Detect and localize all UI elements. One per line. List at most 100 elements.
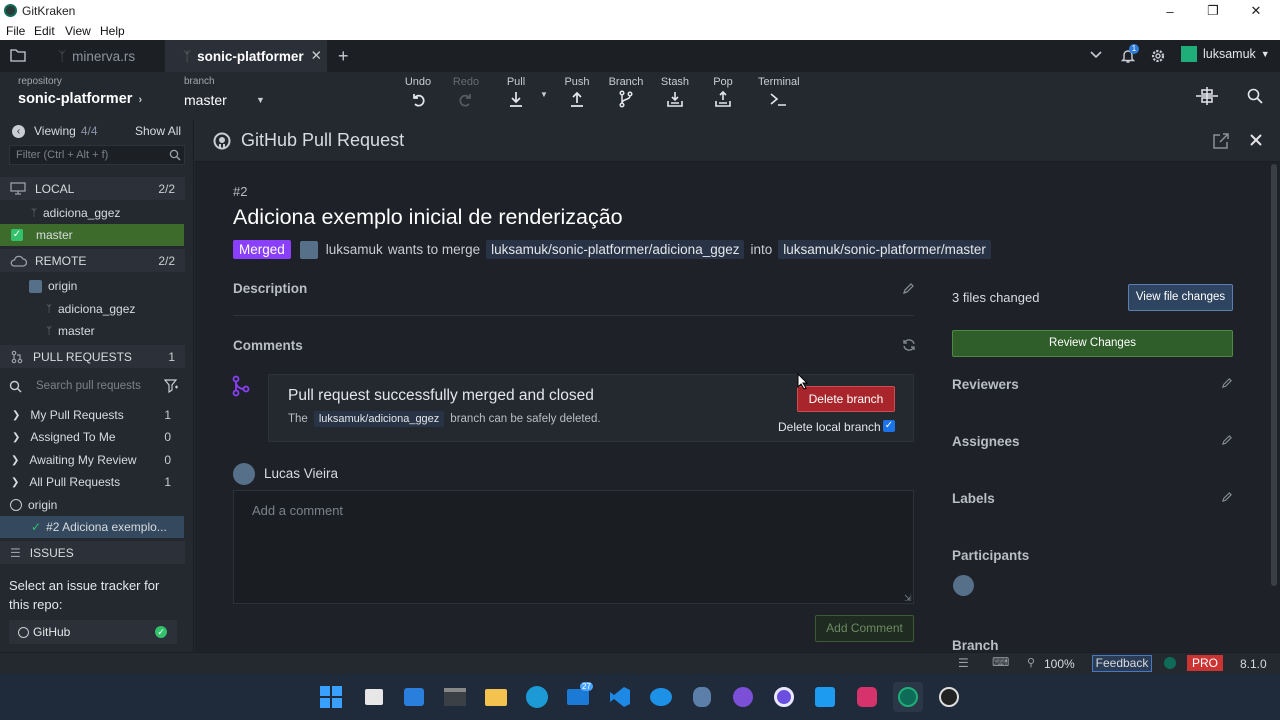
pr-item-2[interactable]: ✓ #2 Adiciona exemplo... <box>0 516 184 538</box>
zoom-icon: ⚲ <box>1027 657 1036 669</box>
layout-toggle-icon[interactable] <box>1195 86 1219 106</box>
pr-group-awaiting-my-review[interactable]: ❯ Awaiting My Review 0 <box>0 449 185 471</box>
feedback-button[interactable]: Feedback <box>1092 655 1152 672</box>
pop-button[interactable]: Pop <box>703 76 743 108</box>
viewing-row: ‹ Viewing 4/4 Show All <box>0 120 185 142</box>
widgets-icon[interactable] <box>399 682 429 712</box>
pull-button[interactable]: Pull <box>496 76 536 108</box>
edge-browser-icon[interactable] <box>522 682 552 712</box>
menu-help[interactable]: Help <box>100 24 125 38</box>
pr-origin-group[interactable]: origin <box>0 494 185 516</box>
tab-minerva[interactable]: ᛉ minerva.rs <box>40 40 165 72</box>
open-external-icon <box>1213 133 1229 149</box>
undo-button[interactable]: Undo <box>398 76 438 108</box>
filter-input[interactable]: Filter (Ctrl + Alt + f) <box>9 145 185 165</box>
remote-branch-master[interactable]: ᛉ master <box>0 320 185 342</box>
github-icon <box>10 499 22 511</box>
merged-notice-card: Pull request successfully merged and clo… <box>268 374 914 442</box>
gitkraken-taskbar-icon[interactable] <box>893 682 923 712</box>
gear-icon[interactable] <box>1150 48 1166 64</box>
notifications-bell-icon[interactable]: 1 <box>1120 44 1139 64</box>
search-icon[interactable] <box>1247 88 1263 104</box>
pro-badge: PRO <box>1187 655 1224 671</box>
participants-heading: Participants <box>952 548 1030 563</box>
comment-textarea[interactable]: Add a comment ⇲ <box>233 490 914 604</box>
pr-group-label: All Pull Requests <box>29 475 121 489</box>
branch-icon <box>619 90 633 108</box>
local-count: 2/2 <box>158 181 175 196</box>
review-changes-button[interactable]: Review Changes <box>952 330 1233 357</box>
add-comment-button[interactable]: Add Comment <box>815 615 914 642</box>
terminal-app-icon[interactable] <box>440 682 470 712</box>
panel-title: GitHub Pull Request <box>241 130 405 150</box>
file-explorer-icon[interactable] <box>481 682 511 712</box>
local-branch-adiciona-ggez[interactable]: ᛉ adiciona_ggez <box>0 202 185 224</box>
pr-group-my-pull-requests[interactable]: ❯ My Pull Requests 1 <box>0 404 185 426</box>
chevron-down-icon[interactable] <box>1089 49 1103 61</box>
folder-icon[interactable] <box>10 48 26 62</box>
push-button[interactable]: Push <box>557 76 597 108</box>
caret-down-icon: ▼ <box>256 95 265 105</box>
pull-requests-section-header[interactable]: PULL REQUESTS 1 <box>0 345 185 368</box>
menu-view[interactable]: View <box>65 24 91 38</box>
restore-button[interactable]: ❐ <box>1193 1 1233 21</box>
windows-start-icon[interactable] <box>316 682 346 712</box>
show-all-button[interactable]: Show All <box>135 124 181 138</box>
delete-local-branch-checkbox[interactable]: ✓ <box>883 420 895 432</box>
repository-selector[interactable]: sonic-platformer › <box>18 91 142 107</box>
local-section-header[interactable]: LOCAL 2/2 <box>0 177 185 200</box>
browser-icon[interactable] <box>769 682 799 712</box>
mail-icon[interactable]: 27 <box>563 682 593 712</box>
menu-edit[interactable]: Edit <box>34 24 55 38</box>
toolbar: repository sonic-platformer › branch mas… <box>0 72 1280 120</box>
remote-section-header[interactable]: REMOTE 2/2 <box>0 249 185 272</box>
remote-origin[interactable]: origin <box>0 275 185 297</box>
view-file-changes-button[interactable]: View file changes <box>1128 284 1233 311</box>
back-arrow-icon[interactable]: ‹ <box>12 124 25 138</box>
comment-placeholder: Add a comment <box>252 503 344 518</box>
postgres-icon[interactable] <box>687 682 717 712</box>
tab-sonic-platformer[interactable]: ᛉ sonic-platformer ✕ <box>165 40 327 72</box>
terminal-button[interactable]: Terminal <box>758 76 800 108</box>
github-tracker-option[interactable]: GitHub ✓ <box>9 620 177 644</box>
pr-group-all-pull-requests[interactable]: ❯ All Pull Requests 1 <box>0 471 185 493</box>
os-title-bar: GitKraken – ❐ ✕ <box>0 0 1280 22</box>
minimize-button[interactable]: – <box>1150 1 1190 21</box>
delete-branch-button[interactable]: Delete branch <box>797 386 895 412</box>
pull-options-caret-icon[interactable]: ▼ <box>540 90 548 99</box>
mail-badge: 27 <box>580 682 593 691</box>
remote-branch-adiciona-ggez[interactable]: ᛉ adiciona_ggez <box>0 298 185 320</box>
source-branch-pill: luksamuk/sonic-platformer/adiciona_ggez <box>486 240 745 259</box>
resize-handle-icon[interactable]: ⇲ <box>904 593 912 604</box>
instagram-icon[interactable] <box>852 682 882 712</box>
new-tab-button[interactable]: + <box>338 46 349 67</box>
redo-button[interactable]: Redo <box>446 76 486 108</box>
docker-icon[interactable] <box>646 682 676 712</box>
account-menu[interactable]: luksamuk ▼ <box>1181 46 1270 62</box>
issues-section-header[interactable]: ☰ ISSUES <box>0 541 185 564</box>
obs-icon[interactable] <box>934 682 964 712</box>
task-view-icon[interactable] <box>359 682 389 712</box>
vscode-icon[interactable] <box>605 682 635 712</box>
branch-selector[interactable]: master ▼ <box>184 92 269 108</box>
push-label: Push <box>564 76 590 88</box>
pr-author: luksamuk <box>325 242 383 257</box>
github-desktop-icon[interactable] <box>728 682 758 712</box>
repository-label: repository <box>18 76 62 87</box>
pop-icon <box>715 90 731 107</box>
local-branch-master[interactable]: ✓ master <box>0 224 184 246</box>
branch-button[interactable]: Branch <box>606 76 646 108</box>
pr-group-assigned-to-me[interactable]: ❯ Assigned To Me 0 <box>0 426 185 448</box>
zoom-level[interactable]: 100% <box>1044 657 1075 671</box>
list-view-icon[interactable]: ☰ <box>958 656 969 670</box>
merged-notice-title: Pull request successfully merged and clo… <box>288 387 594 404</box>
menu-file[interactable]: File <box>6 24 25 38</box>
close-tab-icon[interactable]: ✕ <box>311 48 322 64</box>
stash-button[interactable]: Stash <box>655 76 695 108</box>
twitter-icon[interactable] <box>810 682 840 712</box>
keyboard-icon[interactable]: ⌨ <box>992 655 1009 669</box>
close-window-button[interactable]: ✕ <box>1236 1 1276 21</box>
window-title: GitKraken <box>22 4 76 18</box>
search-pull-requests-input[interactable]: Search pull requests <box>36 380 141 392</box>
panel-scrollbar[interactable] <box>1271 164 1277 586</box>
